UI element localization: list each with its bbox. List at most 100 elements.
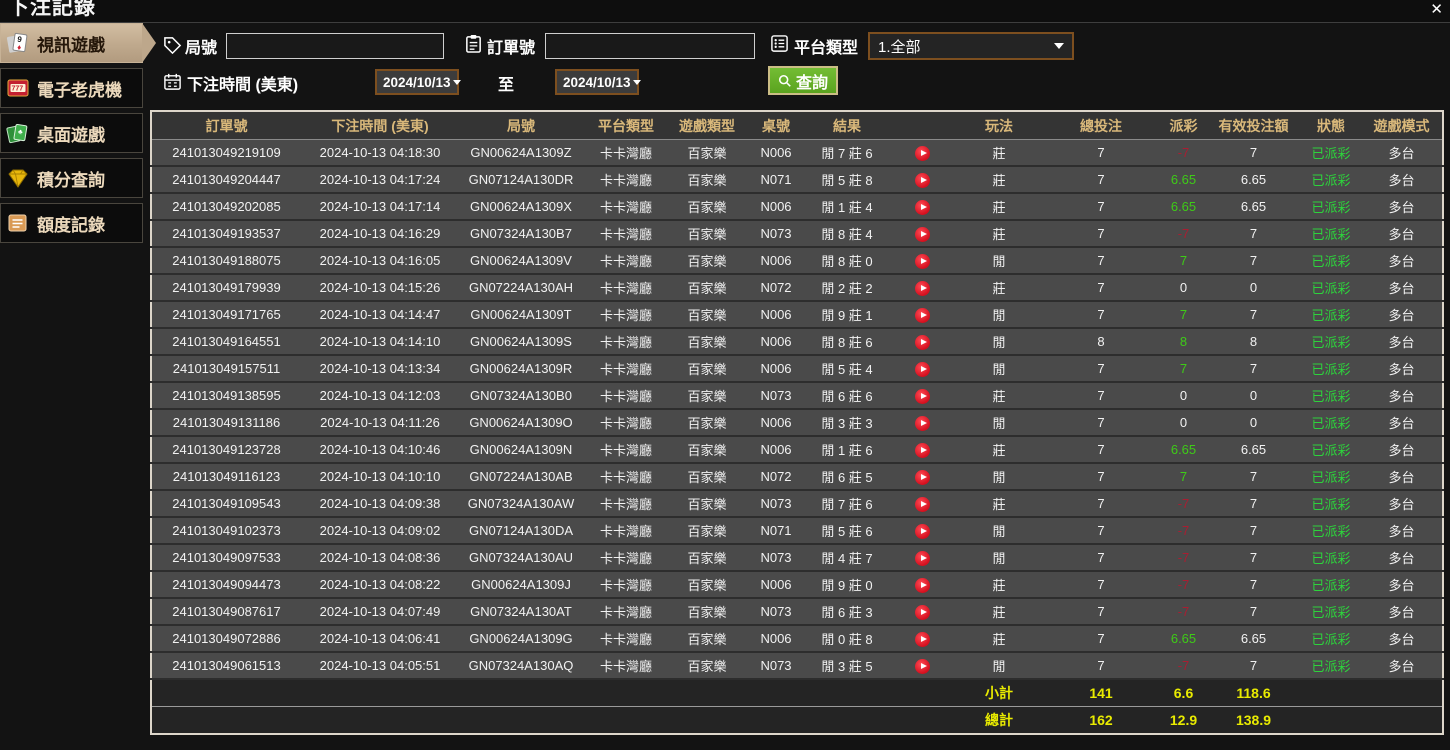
cell-play [887,247,957,275]
cell-time: 2024-10-13 04:08:36 [301,544,459,572]
cell-mode: 多台 [1361,436,1443,464]
cell-bet: 7 [1041,166,1161,194]
cell-bet: 7 [1041,301,1161,329]
table-row: 241013049188075 2024-10-13 04:16:05 GN0062… [151,247,1443,275]
cell-payout: -7 [1161,544,1206,572]
cell-order: 241013049123728 [151,436,301,464]
replay-icon[interactable] [914,469,930,485]
cell-bet: 7 [1041,625,1161,653]
slot-machine-icon: 777 [6,76,30,100]
close-icon[interactable]: ✕ [1430,1,1443,19]
replay-icon[interactable] [914,280,930,296]
empty-cell [151,678,957,707]
cell-mode: 多台 [1361,355,1443,383]
replay-icon[interactable] [914,523,930,539]
cell-method: 莊 [957,274,1041,302]
order-label: 訂單號 [487,40,536,57]
search-icon [778,74,791,87]
date-from-picker[interactable]: 2024/10/13 [375,69,461,95]
query-button[interactable]: 查詢 [768,66,838,95]
cell-payout: -7 [1161,517,1206,545]
cell-game: 百家樂 [669,463,745,491]
cell-method: 莊 [957,625,1041,653]
replay-icon[interactable] [914,226,930,242]
cell-round: GN07324A130B7 [459,220,583,248]
cell-hall: 卡卡灣廳 [583,382,669,410]
cell-game: 百家樂 [669,598,745,626]
cell-round: GN07224A130AB [459,463,583,491]
table-row: 241013049131186 2024-10-13 04:11:26 GN0062… [151,409,1443,437]
cell-result: 閒 9 莊 0 [807,571,887,599]
cell-result: 閒 5 莊 8 [807,166,887,194]
sidebar-item-3[interactable]: ♣ 桌面遊戲 [0,113,143,153]
video-cards-icon: 9 ♦ [6,31,30,55]
replay-icon[interactable] [914,199,930,215]
cell-result: 閒 5 莊 6 [807,517,887,545]
sidebar-item-4[interactable]: 積分查詢 [0,158,143,198]
cell-result: 閒 1 莊 6 [807,436,887,464]
cell-time: 2024-10-13 04:16:05 [301,247,459,275]
replay-icon[interactable] [914,172,930,188]
cell-round: GN07324A130AW [459,490,583,518]
replay-icon[interactable] [914,550,930,566]
platform-select[interactable]: 1.全部 [868,32,1074,60]
sidebar-item-2[interactable]: 777 電子老虎機 [0,68,143,108]
cell-payout: -7 [1161,220,1206,248]
order-input[interactable] [545,33,755,59]
cell-valid: 7 [1206,463,1301,491]
cell-play [887,652,957,680]
bet-records-table: 訂單號 下注時間 (美東) 局號 平台類型 遊戲類型 桌號 結果 玩法 總投注 派彩 有效投注額 狀態… [150,110,1444,735]
table-row: 241013049202085 2024-10-13 04:17:14 GN0062… [151,193,1443,221]
replay-icon[interactable] [914,658,930,674]
cell-status: 已派彩 [1301,571,1361,599]
replay-icon[interactable] [914,577,930,593]
cell-method: 閒 [957,652,1041,680]
cell-bet: 7 [1041,220,1161,248]
cell-result: 閒 6 莊 3 [807,598,887,626]
cell-tbl: N006 [745,625,807,653]
cell-game: 百家樂 [669,571,745,599]
cell-hall: 卡卡灣廳 [583,193,669,221]
replay-icon[interactable] [914,415,930,431]
cell-play [887,463,957,491]
replay-icon[interactable] [914,334,930,350]
column-header: 下注時間 (美東) [301,111,459,140]
cell-mode: 多台 [1361,463,1443,491]
cell-game: 百家樂 [669,220,745,248]
cell-mode: 多台 [1361,193,1443,221]
sidebar-item-1[interactable]: 9 ♦ 視訊遊戲 [0,23,156,63]
replay-icon[interactable] [914,253,930,269]
svg-text:777: 777 [12,86,24,93]
sidebar-item-5[interactable]: 額度記錄 [0,203,143,243]
cell-valid: 6.65 [1206,193,1301,221]
replay-icon[interactable] [914,307,930,323]
round-input[interactable] [226,33,444,59]
cell-result: 閒 3 莊 5 [807,652,887,680]
replay-icon[interactable] [914,442,930,458]
cell-play [887,355,957,383]
cell-valid: 6.65 [1206,166,1301,194]
date-to-picker[interactable]: 2024/10/13 [555,69,641,95]
cell-status: 已派彩 [1301,409,1361,437]
cell-status: 已派彩 [1301,274,1361,302]
sidebar-item-label: 電子老虎機 [37,80,122,100]
cell-round: GN00624A1309O [459,409,583,437]
points-gem-icon [6,166,30,190]
replay-icon[interactable] [914,145,930,161]
cell-mode: 多台 [1361,274,1443,302]
replay-icon[interactable] [914,631,930,647]
cell-tbl: N073 [745,382,807,410]
cell-status: 已派彩 [1301,139,1361,167]
replay-icon[interactable] [914,388,930,404]
table-row: 241013049094473 2024-10-13 04:08:22 GN0062… [151,571,1443,599]
cell-tbl: N006 [745,571,807,599]
replay-icon[interactable] [914,361,930,377]
total-value: 12.9 [1161,706,1206,735]
cell-game: 百家樂 [669,652,745,680]
cell-mode: 多台 [1361,139,1443,167]
cell-method: 閒 [957,328,1041,356]
cell-round: GN07324A130AU [459,544,583,572]
replay-icon[interactable] [914,496,930,512]
cell-bet: 8 [1041,328,1161,356]
replay-icon[interactable] [914,604,930,620]
